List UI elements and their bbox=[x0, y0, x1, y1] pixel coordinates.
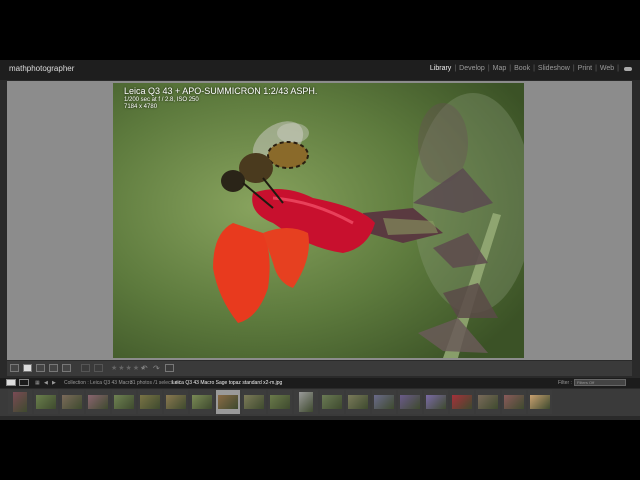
filmstrip-thumbnail[interactable] bbox=[34, 390, 58, 414]
module-slideshow[interactable]: Slideshow bbox=[538, 65, 570, 72]
reject-flag-icon[interactable] bbox=[94, 364, 103, 372]
filmstrip-thumbnail[interactable] bbox=[138, 390, 162, 414]
module-library[interactable]: Library bbox=[430, 65, 451, 72]
module-separator: | bbox=[533, 65, 535, 72]
filmstrip-thumbnail[interactable] bbox=[190, 390, 214, 414]
forward-arrow-icon[interactable]: ▶ bbox=[52, 380, 56, 386]
photo-illustration bbox=[113, 83, 524, 358]
thumbnail-image bbox=[322, 395, 342, 409]
filmstrip-thumbnail[interactable] bbox=[8, 390, 32, 414]
compare-view-icon[interactable] bbox=[36, 364, 45, 372]
loupe-view: Leica Q3 43 + APO-SUMMICRON 1:2/43 ASPH.… bbox=[7, 81, 632, 360]
thumbnail-image bbox=[530, 395, 550, 409]
survey-view-icon[interactable] bbox=[49, 364, 58, 372]
module-picker: Library | Develop | Map | Book | Slidesh… bbox=[430, 65, 632, 72]
thumbnail-image bbox=[270, 395, 290, 409]
thumbnail-image bbox=[504, 395, 524, 409]
filmstrip-thumbnail[interactable] bbox=[398, 390, 422, 414]
thumbnail-image bbox=[218, 395, 238, 409]
grid-icon[interactable]: ▦ bbox=[35, 380, 40, 386]
loupe-view-icon[interactable] bbox=[23, 364, 32, 372]
thumbnail-image bbox=[114, 395, 134, 409]
filmstrip-thumbnail[interactable] bbox=[112, 390, 136, 414]
exposure-info: 1/200 sec at f / 2.8, ISO 250 bbox=[124, 97, 199, 103]
cloud-icon[interactable] bbox=[624, 66, 632, 71]
module-web[interactable]: Web bbox=[600, 65, 614, 72]
filmstrip-thumbnail[interactable] bbox=[372, 390, 396, 414]
crop-icon[interactable] bbox=[165, 364, 174, 372]
filmstrip-thumbnail[interactable] bbox=[502, 390, 526, 414]
back-arrow-icon[interactable]: ◀ bbox=[44, 380, 48, 386]
thumbnail-image bbox=[166, 395, 186, 409]
filmstrip-thumbnail[interactable] bbox=[86, 390, 110, 414]
primary-display-icon[interactable] bbox=[6, 379, 16, 386]
rotate-right-icon[interactable]: ↷ bbox=[153, 364, 160, 373]
library-toolbar: ★★★★★ ↶ ↷ bbox=[7, 361, 632, 376]
thumbnail-image bbox=[452, 395, 472, 409]
filmstrip-thumbnail[interactable] bbox=[346, 390, 370, 414]
filmstrip bbox=[0, 389, 640, 416]
thumbnail-image bbox=[36, 395, 56, 409]
thumbnail-image bbox=[299, 392, 313, 412]
filmstrip-thumbnail[interactable] bbox=[216, 390, 240, 414]
current-filename: Leica Q3 43 Macro Sage topaz standard x2… bbox=[172, 380, 283, 386]
thumbnail-image bbox=[426, 395, 446, 409]
filter-select[interactable]: Filters Off bbox=[574, 379, 626, 386]
filmstrip-thumbnail[interactable] bbox=[450, 390, 474, 414]
filmstrip-thumbnail[interactable] bbox=[320, 390, 344, 414]
module-separator: | bbox=[454, 65, 457, 72]
thumbnail-image bbox=[244, 395, 264, 409]
filmstrip-header: ▦ ◀ ▶ Collection : Leica Q3 43 Macro 31 … bbox=[0, 378, 640, 388]
filmstrip-thumbnail[interactable] bbox=[242, 390, 266, 414]
secondary-display-icon[interactable] bbox=[19, 379, 29, 386]
module-separator: | bbox=[617, 65, 619, 72]
module-book[interactable]: Book bbox=[514, 65, 530, 72]
thumbnail-image bbox=[400, 395, 420, 409]
filmstrip-thumbnail[interactable] bbox=[60, 390, 84, 414]
collection-source[interactable]: Collection : Leica Q3 43 Macro bbox=[64, 380, 132, 386]
thumbnail-image bbox=[192, 395, 212, 409]
people-view-icon[interactable] bbox=[62, 364, 71, 372]
filmstrip-thumbnail[interactable] bbox=[528, 390, 552, 414]
main-photo[interactable]: Leica Q3 43 + APO-SUMMICRON 1:2/43 ASPH.… bbox=[113, 83, 524, 358]
module-picker-bar: mathphotographer Library | Develop | Map… bbox=[0, 60, 640, 80]
rotate-left-icon[interactable]: ↶ bbox=[141, 364, 148, 373]
thumbnail-image bbox=[478, 395, 498, 409]
filmstrip-thumbnail[interactable] bbox=[268, 390, 292, 414]
thumbnail-image bbox=[140, 395, 160, 409]
module-separator: | bbox=[487, 65, 490, 72]
thumbnail-image bbox=[374, 395, 394, 409]
filmstrip-thumbnail[interactable] bbox=[424, 390, 448, 414]
filmstrip-thumbnail[interactable] bbox=[294, 390, 318, 414]
module-separator: | bbox=[595, 65, 597, 72]
filmstrip-thumbnail[interactable] bbox=[164, 390, 188, 414]
module-separator: | bbox=[572, 65, 575, 72]
module-print[interactable]: Print bbox=[578, 65, 592, 72]
camera-lens-info: Leica Q3 43 + APO-SUMMICRON 1:2/43 ASPH. bbox=[124, 86, 318, 96]
thumbnail-image bbox=[62, 395, 82, 409]
thumbnail-image bbox=[348, 395, 368, 409]
module-map[interactable]: Map bbox=[493, 65, 507, 72]
filmstrip-thumbnail[interactable] bbox=[476, 390, 500, 414]
info-overlay: Leica Q3 43 + APO-SUMMICRON 1:2/43 ASPH.… bbox=[124, 86, 317, 110]
thumbnail-image bbox=[88, 395, 108, 409]
filter-label: Filter : bbox=[558, 380, 572, 386]
lightroom-window: mathphotographer Library | Develop | Map… bbox=[0, 60, 640, 420]
thumbnail-image bbox=[13, 392, 27, 412]
module-separator: | bbox=[509, 65, 512, 72]
identity-plate: mathphotographer bbox=[9, 64, 75, 73]
dimension-info: 7184 x 4780 bbox=[124, 104, 158, 110]
module-develop[interactable]: Develop bbox=[459, 65, 485, 72]
flag-icon[interactable] bbox=[81, 364, 90, 372]
grid-view-icon[interactable] bbox=[10, 364, 19, 372]
